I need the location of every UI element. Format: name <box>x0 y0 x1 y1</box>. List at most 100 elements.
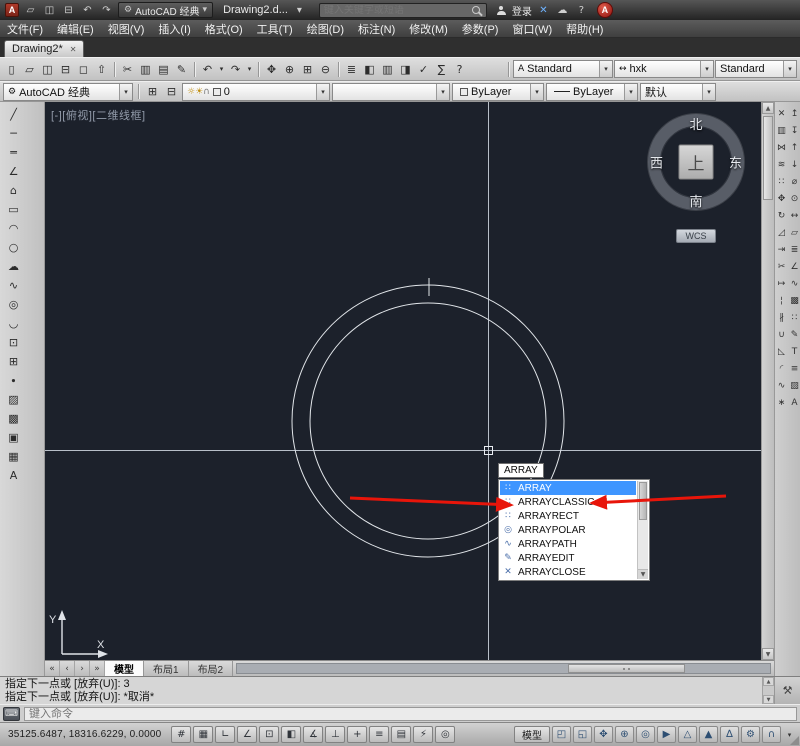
menu-insert[interactable]: 插入(I) <box>151 21 197 37</box>
drawing-canvas[interactable]: Y X [-][俯视][二维线框] 北 南 西 东 上 <box>45 102 761 660</box>
hatch-front-button[interactable]: ▨ <box>788 377 800 394</box>
chevron-down-icon[interactable]: ▾ <box>530 84 543 100</box>
toolbar-lock-button[interactable]: ∩ <box>762 726 781 743</box>
menu-tools[interactable]: 工具(T) <box>250 21 300 37</box>
cloud-icon[interactable]: ☁ <box>555 3 570 18</box>
command-line-options-button[interactable]: ⚒ <box>774 677 800 704</box>
scroll-up-icon[interactable]: ▲ <box>762 102 774 114</box>
multiline-tool-button[interactable]: ═ <box>3 143 24 162</box>
revision-cloud-tool-button[interactable]: ☁ <box>3 257 24 276</box>
chamfer-tool-button[interactable]: ◺ <box>775 343 788 360</box>
line-tool-button[interactable]: ╱ <box>3 105 24 124</box>
workspace-switcher[interactable]: ⚙ AutoCAD 经典 ▾ <box>118 2 213 18</box>
exchange-icon[interactable]: ✕ <box>536 3 551 18</box>
markup-button[interactable]: ✓ <box>415 60 432 78</box>
chevron-down-icon[interactable]: ▾ <box>119 84 132 100</box>
id-point-tool-button[interactable]: ⊙ <box>788 190 800 207</box>
layer-lock-icon[interactable]: ∩ <box>203 87 210 97</box>
trim-tool-button[interactable]: ✂ <box>775 258 788 275</box>
menu-view[interactable]: 视图(V) <box>101 21 152 37</box>
redo-button[interactable]: ↷ <box>227 60 244 78</box>
sheet-set-button[interactable]: ◨ <box>397 60 414 78</box>
rotate-tool-button[interactable]: ↻ <box>775 207 788 224</box>
tool-palettes-button[interactable]: ▥ <box>379 60 396 78</box>
measure-tool-button[interactable]: ⌀ <box>788 173 800 190</box>
draw-order-button[interactable]: ≡ <box>788 360 800 377</box>
rectangle-tool-button[interactable]: ▭ <box>3 200 24 219</box>
edit-text-button[interactable]: T <box>788 343 800 360</box>
undo-button[interactable]: ↶ <box>199 60 216 78</box>
showmotion-button[interactable]: ▶ <box>657 726 676 743</box>
mirror-tool-button[interactable]: ⋈ <box>775 139 788 156</box>
help-search[interactable] <box>319 3 487 18</box>
scale-tool-button[interactable]: ◿ <box>775 224 788 241</box>
help-icon[interactable]: ? <box>574 3 589 18</box>
grid-toggle[interactable]: ▦ <box>193 726 213 743</box>
ellipse-arc-tool-button[interactable]: ◡ <box>3 314 24 333</box>
quick-undo-button[interactable]: ↶ <box>80 3 95 18</box>
menu-dimension[interactable]: 标注(N) <box>351 21 402 37</box>
quick-open-button[interactable]: ▱ <box>23 3 38 18</box>
scroll-down-icon[interactable]: ▼ <box>638 569 648 579</box>
app-icon[interactable]: A <box>5 3 19 17</box>
linetype-combo[interactable]: ByLayer ▾ <box>546 83 638 101</box>
search-icon[interactable] <box>472 6 480 14</box>
stretch-tool-button[interactable]: ⇥ <box>775 241 788 258</box>
break-tool-button[interactable]: ∦ <box>775 309 788 326</box>
menu-modify[interactable]: 修改(M) <box>402 21 455 37</box>
bring-above-button[interactable]: ↑ <box>788 139 800 156</box>
help-search-input[interactable] <box>320 5 470 16</box>
suggestion-item-arraypath[interactable]: ∿ARRAYPATH <box>500 537 636 551</box>
menu-file[interactable]: 文件(F) <box>0 21 50 37</box>
polyline-tool-button[interactable]: ∠ <box>3 162 24 181</box>
suggestion-scroll-thumb[interactable] <box>639 482 647 520</box>
quickcalc-button[interactable]: ∑ <box>433 60 450 78</box>
designcenter-button[interactable]: ◧ <box>361 60 378 78</box>
edit-array-button[interactable]: ∷ <box>788 309 800 326</box>
document-tab[interactable]: Drawing2* ✕ <box>4 40 84 57</box>
quick-redo-button[interactable]: ↷ <box>99 3 114 18</box>
edit-polyline-button[interactable]: ∠ <box>788 258 800 275</box>
quick-plot-button[interactable]: ⊟ <box>61 3 76 18</box>
edit-spline-button[interactable]: ∿ <box>788 275 800 292</box>
layer-freeze-icon[interactable]: ☀ <box>195 87 203 97</box>
zoom-realtime-button[interactable]: ⊕ <box>281 60 298 78</box>
distance-tool-button[interactable]: ↔ <box>788 207 800 224</box>
transparency-toggle[interactable]: ▤ <box>391 726 411 743</box>
paste-button[interactable]: ▤ <box>155 60 172 78</box>
quick-view-layouts-button[interactable]: ◰ <box>552 726 571 743</box>
layer-filter-combo[interactable]: ▾ <box>332 83 450 101</box>
chevron-down-icon[interactable]: ▾ <box>783 61 796 77</box>
ortho-toggle[interactable]: ∟ <box>215 726 235 743</box>
dyn-toggle[interactable]: + <box>347 726 367 743</box>
extend-tool-button[interactable]: ↦ <box>775 275 788 292</box>
redo-dropdown[interactable]: ▾ <box>245 60 254 78</box>
menu-format[interactable]: 格式(O) <box>198 21 250 37</box>
lineweight-combo[interactable]: 默认 ▾ <box>640 83 716 101</box>
match-properties-button[interactable]: ✎ <box>173 60 190 78</box>
annotation-scale-button[interactable]: ∆ <box>720 726 739 743</box>
annotation-autoscale-button[interactable]: ▲ <box>699 726 718 743</box>
copy-tool-button[interactable]: ▥ <box>775 122 788 139</box>
fillet-tool-button[interactable]: ◜ <box>775 360 788 377</box>
suggestion-item-arrayedit[interactable]: ✎ARRAYEDIT <box>500 551 636 565</box>
pan-button[interactable]: ✥ <box>594 726 613 743</box>
viewport-controls[interactable]: [-][俯视][二维线框] <box>51 107 146 123</box>
sign-in-button[interactable]: 登录 <box>512 3 532 18</box>
break-at-point-tool-button[interactable]: ¦ <box>775 292 788 309</box>
explode-tool-button[interactable]: ∗ <box>775 394 788 411</box>
edit-attribute-button[interactable]: ✎ <box>788 326 800 343</box>
chevron-down-icon[interactable]: ▾ <box>700 61 713 77</box>
arc-tool-button[interactable]: ◠ <box>3 219 24 238</box>
move-tool-button[interactable]: ✥ <box>775 190 788 207</box>
color-combo[interactable]: ByLayer ▾ <box>452 83 544 101</box>
quick-save-button[interactable]: ◫ <box>42 3 57 18</box>
layer-on-icon[interactable]: ☼ <box>187 87 195 97</box>
table-tool-button[interactable]: ▦ <box>3 447 24 466</box>
save-button[interactable]: ◫ <box>39 60 56 78</box>
suggestion-item-arraypolar[interactable]: ◎ARRAYPOLAR <box>500 523 636 537</box>
command-input-field[interactable] <box>24 707 797 721</box>
command-history-lines[interactable]: 指定下一点或 [放弃(U)]: 3 指定下一点或 [放弃(U)]: *取消* <box>0 677 762 704</box>
chevron-down-icon[interactable]: ▾ <box>702 84 715 100</box>
compass-east[interactable]: 东 <box>729 153 742 172</box>
